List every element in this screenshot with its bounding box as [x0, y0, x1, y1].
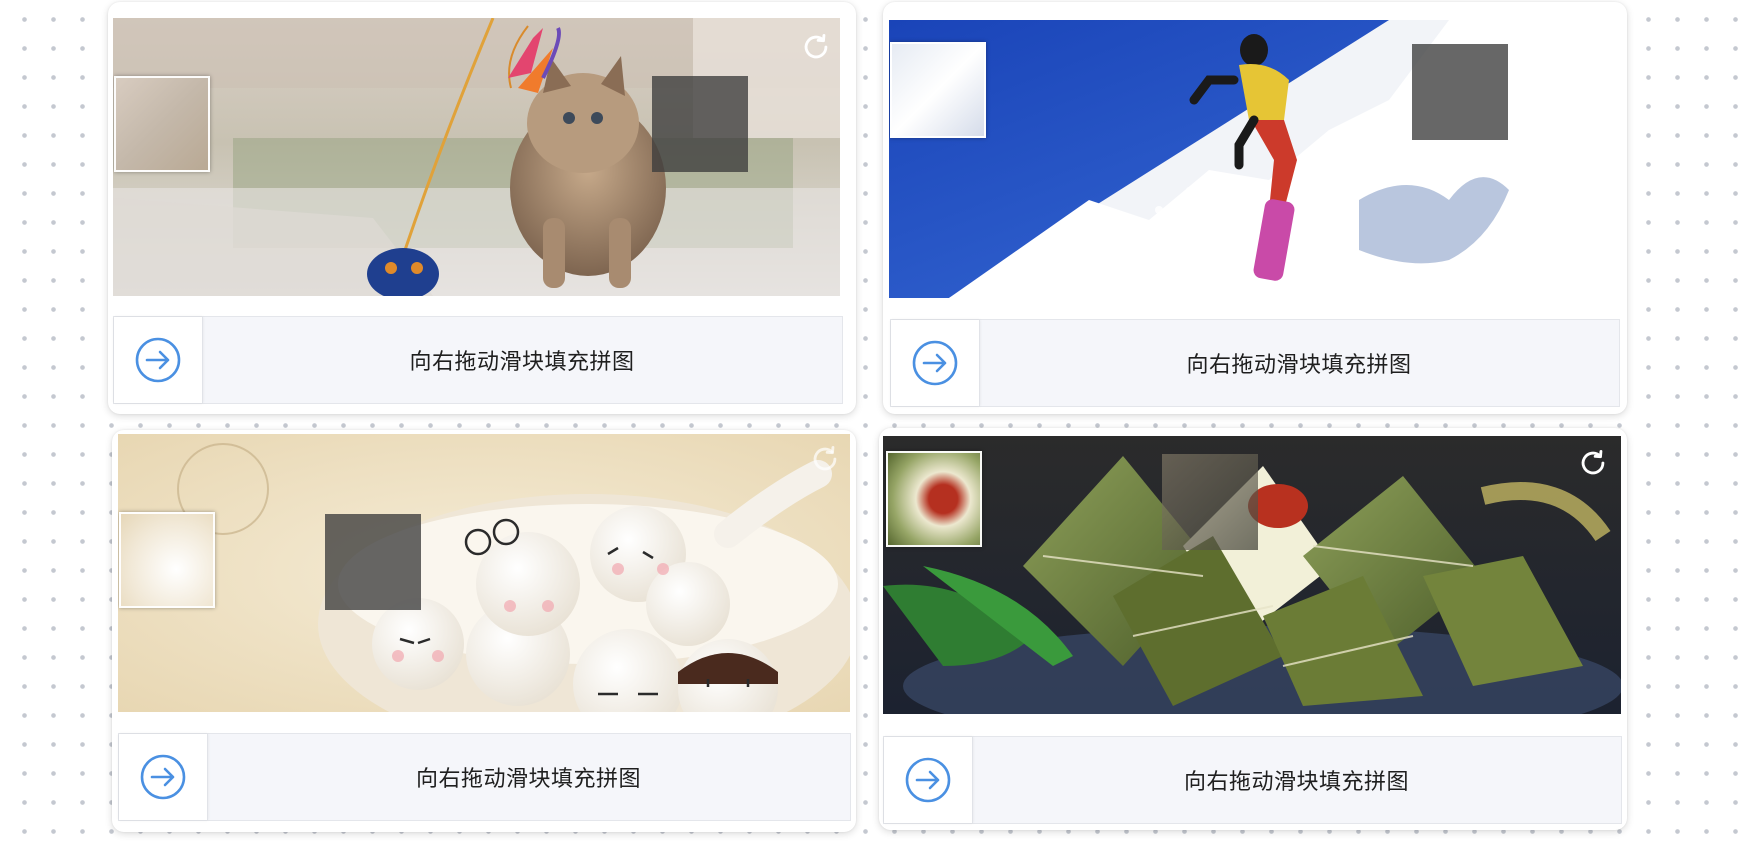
arrow-right-circle-icon: [140, 754, 186, 800]
refresh-icon: [1580, 35, 1604, 61]
slider-hint-text: 向右拖动滑块填充拼图: [415, 767, 641, 792]
puzzle-hole: [652, 76, 748, 172]
slider-hint-text: 向右拖动滑块填充拼图: [409, 350, 635, 375]
refresh-button[interactable]: [808, 442, 842, 476]
captcha-card-kitten: 向右拖动滑块填充拼图: [108, 2, 856, 414]
puzzle-image: [883, 436, 1621, 714]
arrow-right-circle-icon: [905, 757, 951, 803]
arrow-right-circle-icon: [912, 340, 958, 386]
slider-hint-text: 向右拖动滑块填充拼图: [1186, 353, 1412, 378]
tangyuan-image: [118, 434, 850, 712]
arrow-right-circle-icon: [135, 337, 181, 383]
puzzle-piece[interactable]: [114, 76, 210, 172]
refresh-button[interactable]: [1575, 32, 1609, 66]
slider-handle[interactable]: [119, 734, 208, 820]
puzzle-hole: [1162, 454, 1258, 550]
puzzle-piece[interactable]: [119, 512, 215, 608]
refresh-icon: [1581, 449, 1605, 475]
slider-hint-text: 向右拖动滑块填充拼图: [1183, 770, 1409, 795]
refresh-button[interactable]: [1576, 446, 1610, 480]
captcha-card-tangyuan: 向右拖动滑块填充拼图: [112, 430, 856, 832]
captcha-card-snowboarder: 向右拖动滑块填充拼图: [883, 2, 1627, 414]
puzzle-image: [113, 18, 840, 296]
refresh-icon: [804, 33, 828, 59]
slider-track[interactable]: 向右拖动滑块填充拼图: [118, 733, 851, 821]
puzzle-image: [889, 20, 1616, 298]
puzzle-piece[interactable]: [886, 451, 982, 547]
refresh-button[interactable]: [799, 30, 833, 64]
slider-track[interactable]: 向右拖动滑块填充拼图: [113, 316, 843, 404]
puzzle-hole: [1412, 44, 1508, 140]
puzzle-image: [118, 434, 850, 712]
puzzle-hole: [325, 514, 421, 610]
slider-handle[interactable]: [114, 317, 203, 403]
slider-handle[interactable]: [891, 320, 980, 406]
slider-track[interactable]: 向右拖动滑块填充拼图: [883, 736, 1622, 824]
captcha-card-zongzi: 向右拖动滑块填充拼图: [879, 428, 1627, 830]
puzzle-piece[interactable]: [890, 42, 986, 138]
refresh-icon: [813, 445, 837, 471]
slider-handle[interactable]: [884, 737, 973, 823]
slider-track[interactable]: 向右拖动滑块填充拼图: [890, 319, 1620, 407]
